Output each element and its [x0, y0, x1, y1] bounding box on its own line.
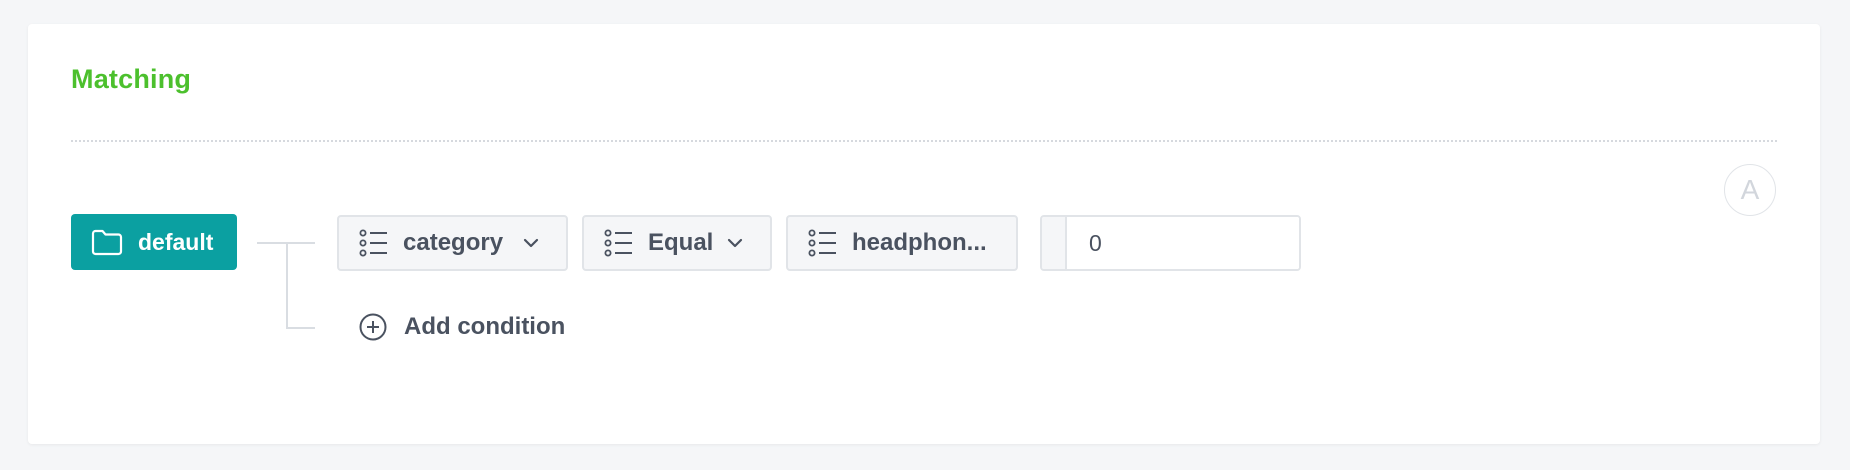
list-icon [604, 228, 634, 258]
folder-icon [90, 228, 124, 256]
level-range-label: Level ra... [1042, 217, 1067, 269]
avatar[interactable]: A [1724, 164, 1776, 216]
tree-connector-vertical [286, 242, 288, 328]
value-select-label: headphon... [852, 229, 987, 256]
operator-select-label: Equal [648, 229, 714, 256]
value-select[interactable]: headphon... [786, 215, 1018, 271]
add-condition-label: Add condition [404, 313, 566, 340]
group-default-button[interactable]: default [71, 214, 237, 270]
add-condition-button[interactable]: Add condition [358, 307, 565, 347]
dotted-divider [71, 140, 1777, 142]
level-range-input[interactable] [1067, 217, 1299, 269]
field-select[interactable]: category [337, 215, 568, 271]
avatar-initial: A [1740, 174, 1760, 205]
list-icon [359, 228, 389, 258]
chevron-down-icon [522, 234, 540, 252]
matching-card: Matching A default category Equal headph… [28, 24, 1820, 444]
group-label: default [138, 228, 214, 255]
section-title: Matching [71, 64, 192, 94]
field-select-label: category [403, 229, 504, 256]
list-icon [808, 228, 838, 258]
chevron-down-icon [726, 234, 744, 252]
tree-connector-branch [286, 327, 315, 329]
level-range-group: Level ra... [1040, 215, 1301, 271]
operator-select[interactable]: Equal [582, 215, 772, 271]
plus-circle-icon [358, 312, 388, 342]
